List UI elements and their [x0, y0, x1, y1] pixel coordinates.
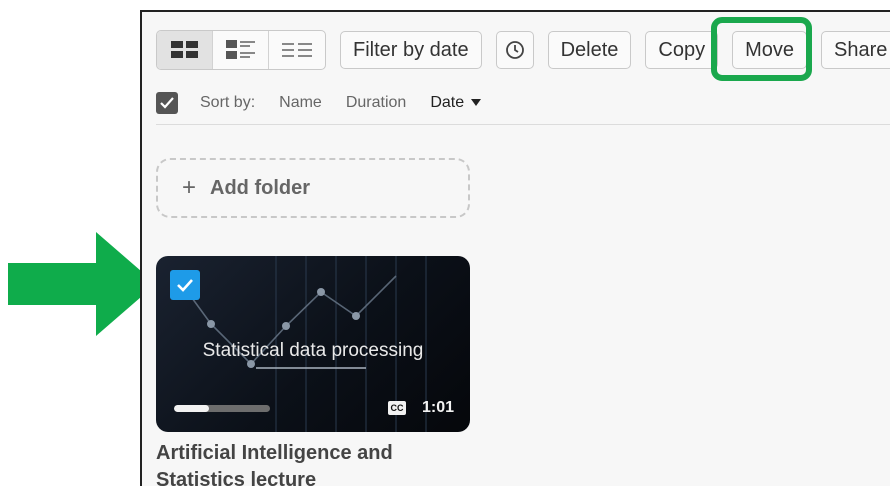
- add-folder-label: Add folder: [210, 176, 311, 199]
- grid-view-button[interactable]: [157, 31, 213, 69]
- plus-icon: +: [182, 174, 197, 201]
- closed-captions-icon: CC: [388, 401, 406, 415]
- move-button-highlight: [711, 17, 812, 81]
- add-folder-button[interactable]: + Add folder: [156, 158, 470, 218]
- list-thumb-view-icon: [225, 40, 255, 59]
- grid-view-icon: [170, 41, 198, 58]
- divider: [156, 124, 890, 125]
- watch-progress-bar: [174, 405, 270, 412]
- delete-button[interactable]: Delete: [547, 31, 632, 69]
- caret-down-icon: [471, 99, 482, 107]
- sort-by-label: Sort by:: [200, 94, 256, 111]
- sort-bar: Sort by: Name Duration Date: [156, 90, 505, 116]
- list-view-icon: [282, 43, 312, 57]
- media-library-panel: Filter by date Delete Copy Move Share So…: [140, 10, 890, 486]
- video-card[interactable]: Statistical data processing CC 1:01: [156, 256, 470, 432]
- copy-button[interactable]: Copy: [645, 31, 719, 69]
- checkmark-icon: [160, 97, 174, 109]
- video-title[interactable]: Artificial Intelligence and Statistics l…: [156, 440, 476, 486]
- video-duration: 1:01: [421, 399, 454, 416]
- clock-icon: [505, 41, 524, 59]
- sort-date-label: Date: [430, 94, 465, 111]
- watch-progress-fill: [174, 405, 209, 412]
- list-view-button[interactable]: [269, 31, 325, 69]
- sort-name-option[interactable]: Name: [279, 94, 322, 112]
- select-all-checkbox[interactable]: [156, 92, 178, 114]
- history-button[interactable]: [495, 31, 534, 69]
- sort-date-option[interactable]: Date: [430, 94, 482, 112]
- sort-duration-option[interactable]: Duration: [346, 94, 406, 112]
- checkmark-icon: [177, 279, 193, 292]
- thumbnail-list-view-button[interactable]: [213, 31, 269, 69]
- share-button[interactable]: Share: [821, 31, 890, 69]
- video-select-checkbox[interactable]: [170, 270, 200, 300]
- thumbnail-title: Statistical data processing: [202, 340, 424, 361]
- view-mode-group: [156, 30, 326, 70]
- pointer-arrow-icon: [8, 232, 156, 336]
- filter-by-date-button[interactable]: Filter by date: [340, 31, 482, 69]
